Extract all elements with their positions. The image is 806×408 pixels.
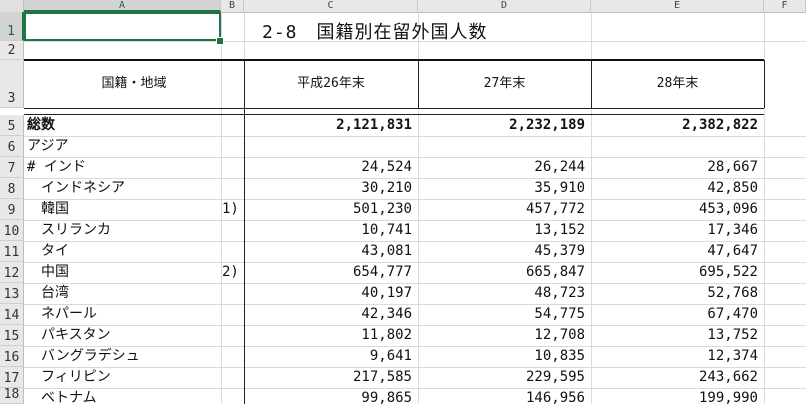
value-h26: 99,865 bbox=[361, 390, 412, 406]
row-header-11[interactable]: 11 bbox=[0, 241, 24, 262]
header-bottom-border bbox=[24, 108, 764, 109]
value-h28: 42,850 bbox=[707, 180, 758, 196]
column-header-d[interactable]: D bbox=[418, 0, 591, 12]
region-label: フィリピン bbox=[27, 369, 111, 385]
value-h27: 12,708 bbox=[534, 327, 585, 343]
header-h26: 平成26年末 bbox=[297, 76, 365, 91]
value-h28: 12,374 bbox=[707, 348, 758, 364]
value-h26: 10,741 bbox=[361, 222, 412, 238]
value-h26: 501,230 bbox=[352, 201, 412, 217]
row-header-10[interactable]: 10 bbox=[0, 220, 24, 241]
select-all-corner[interactable] bbox=[0, 0, 24, 12]
sheet-title: 2-8 国籍別在留外国人数 bbox=[262, 22, 488, 43]
value-h28: 52,768 bbox=[707, 285, 758, 301]
fill-handle[interactable] bbox=[216, 37, 224, 45]
value-h27: 2,232,189 bbox=[509, 117, 585, 133]
row-header-12[interactable]: 12 bbox=[0, 262, 24, 283]
value-h26: 11,802 bbox=[361, 327, 412, 343]
value-h26: 40,197 bbox=[361, 285, 412, 301]
header-region: 国籍・地域 bbox=[101, 76, 167, 91]
value-h26: 9,641 bbox=[369, 348, 412, 364]
column-header-b[interactable]: B bbox=[221, 0, 244, 12]
region-label: 台湾 bbox=[27, 285, 69, 301]
value-h26: 42,346 bbox=[361, 306, 412, 322]
value-h28: 47,647 bbox=[707, 243, 758, 259]
region-label: 総数 bbox=[27, 117, 55, 133]
row-header-16[interactable]: 16 bbox=[0, 346, 24, 367]
value-h28: 2,382,822 bbox=[682, 117, 758, 133]
row-header-9[interactable]: 9 bbox=[0, 199, 24, 220]
value-h28: 28,667 bbox=[707, 159, 758, 175]
row-header-5[interactable]: 5 bbox=[0, 115, 24, 136]
column-header-f[interactable]: F bbox=[764, 0, 806, 12]
value-h28: 67,470 bbox=[707, 306, 758, 322]
value-h27: 146,956 bbox=[525, 390, 585, 406]
region-label: スリランカ bbox=[27, 222, 111, 238]
value-h27: 13,152 bbox=[534, 222, 585, 238]
value-h28: 199,990 bbox=[698, 390, 758, 406]
value-h27: 26,244 bbox=[534, 159, 585, 175]
value-h27: 229,595 bbox=[525, 369, 585, 385]
row-header-3[interactable]: 3 bbox=[0, 60, 24, 108]
value-h26: 217,585 bbox=[352, 369, 412, 385]
value-h26: 24,524 bbox=[361, 159, 412, 175]
note-marker: 2) bbox=[222, 264, 239, 280]
value-h28: 695,522 bbox=[698, 264, 758, 280]
row-header-8[interactable]: 8 bbox=[0, 178, 24, 199]
value-h28: 453,096 bbox=[698, 201, 758, 217]
note-marker: 1) bbox=[222, 201, 239, 217]
region-label: ベトナム bbox=[27, 390, 97, 406]
value-h27: 457,772 bbox=[525, 201, 585, 217]
value-h26: 30,210 bbox=[361, 180, 412, 196]
spreadsheet: A B C D E F 1 2 3 5 6 7 8 9 10 11 12 13 … bbox=[0, 0, 806, 406]
row-header-18[interactable]: 18 bbox=[0, 387, 24, 404]
selected-cell-a1[interactable] bbox=[24, 12, 221, 41]
value-h28: 243,662 bbox=[698, 369, 758, 385]
column-header-c[interactable]: C bbox=[244, 0, 418, 12]
header-divider bbox=[764, 60, 765, 108]
value-h26: 2,121,831 bbox=[336, 117, 412, 133]
row-header-1[interactable]: 1 bbox=[0, 12, 24, 41]
region-label: 中国 bbox=[27, 264, 69, 280]
value-h27: 10,835 bbox=[534, 348, 585, 364]
row-header-14[interactable]: 14 bbox=[0, 304, 24, 325]
column-header-e[interactable]: E bbox=[591, 0, 764, 12]
region-label: インドネシア bbox=[27, 180, 125, 196]
value-h28: 17,346 bbox=[707, 222, 758, 238]
row-header-13[interactable]: 13 bbox=[0, 283, 24, 304]
region-label: ネパール bbox=[27, 306, 97, 322]
region-label: パキスタン bbox=[27, 327, 111, 343]
value-h27: 54,775 bbox=[534, 306, 585, 322]
value-h27: 48,723 bbox=[534, 285, 585, 301]
value-h26: 43,081 bbox=[361, 243, 412, 259]
region-label: タイ bbox=[27, 243, 69, 259]
row-header-6[interactable]: 6 bbox=[0, 136, 24, 157]
row-header-15[interactable]: 15 bbox=[0, 325, 24, 346]
value-h27: 45,379 bbox=[534, 243, 585, 259]
value-h27: 35,910 bbox=[534, 180, 585, 196]
value-h27: 665,847 bbox=[525, 264, 585, 280]
region-label: アジア bbox=[27, 138, 69, 154]
header-h27: 27年末 bbox=[483, 76, 526, 91]
row-header-17[interactable]: 17 bbox=[0, 367, 24, 388]
region-label: # インド bbox=[27, 159, 86, 175]
region-label: バングラデシュ bbox=[27, 348, 140, 364]
region-label: 韓国 bbox=[27, 201, 69, 217]
table-divider bbox=[244, 60, 245, 404]
row-header-7[interactable]: 7 bbox=[0, 157, 24, 178]
column-header-a[interactable]: A bbox=[24, 0, 221, 12]
value-h26: 654,777 bbox=[352, 264, 412, 280]
header-h28: 28年末 bbox=[656, 76, 699, 91]
value-h28: 13,752 bbox=[707, 327, 758, 343]
row-header-2[interactable]: 2 bbox=[0, 41, 24, 60]
